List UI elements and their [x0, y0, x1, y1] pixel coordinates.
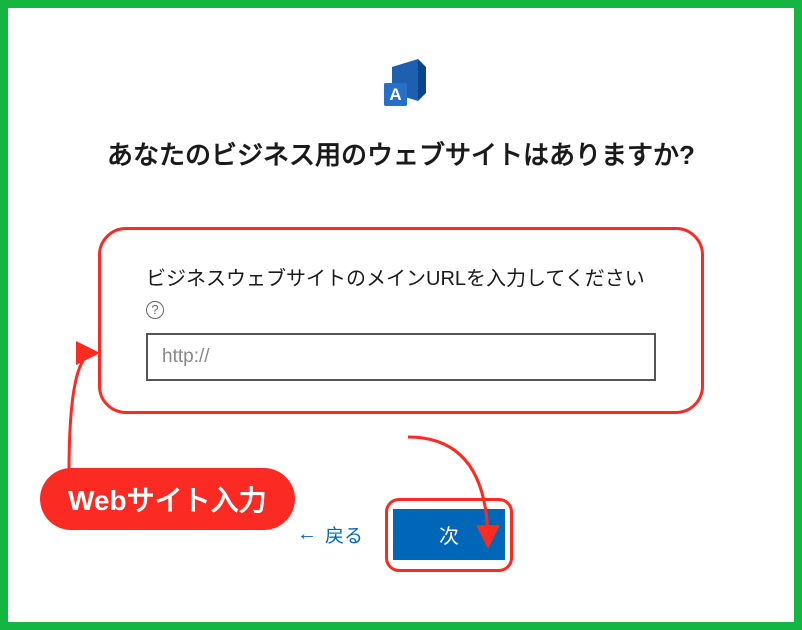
input-annotation-outline: ビジネスウェブサイトのメインURLを入力してください ? — [98, 227, 704, 414]
svg-text:A: A — [389, 85, 401, 104]
screenshot-frame: A あなたのビジネス用のウェブサイトはありますか? ビジネスウェブサイトのメイン… — [0, 0, 802, 630]
callout-badge: Webサイト入力 — [40, 468, 295, 530]
dialog-content: A あなたのビジネス用のウェブサイトはありますか? ビジネスウェブサイトのメイン… — [58, 53, 744, 607]
next-button-label: 次 — [439, 526, 459, 548]
arrow-left-icon: ← — [297, 523, 317, 546]
help-icon[interactable]: ? — [146, 301, 164, 319]
back-button[interactable]: ← 戻る — [297, 521, 363, 548]
url-input-label: ビジネスウェブサイトのメインURLを入力してください ? — [146, 263, 656, 319]
megaphone-icon: A — [370, 53, 432, 115]
input-section: ビジネスウェブサイトのメインURLを入力してください ? — [98, 227, 704, 414]
url-input[interactable] — [146, 333, 656, 381]
page-title: あなたのビジネス用のウェブサイトはありますか? — [58, 135, 744, 172]
megaphone-icon-wrap: A — [58, 53, 744, 120]
back-button-label: 戻る — [325, 521, 363, 548]
next-button-wrap: 次 — [393, 509, 505, 560]
url-label-text: ビジネスウェブサイトのメインURLを入力してください — [146, 263, 645, 295]
next-button[interactable]: 次 — [393, 509, 505, 560]
